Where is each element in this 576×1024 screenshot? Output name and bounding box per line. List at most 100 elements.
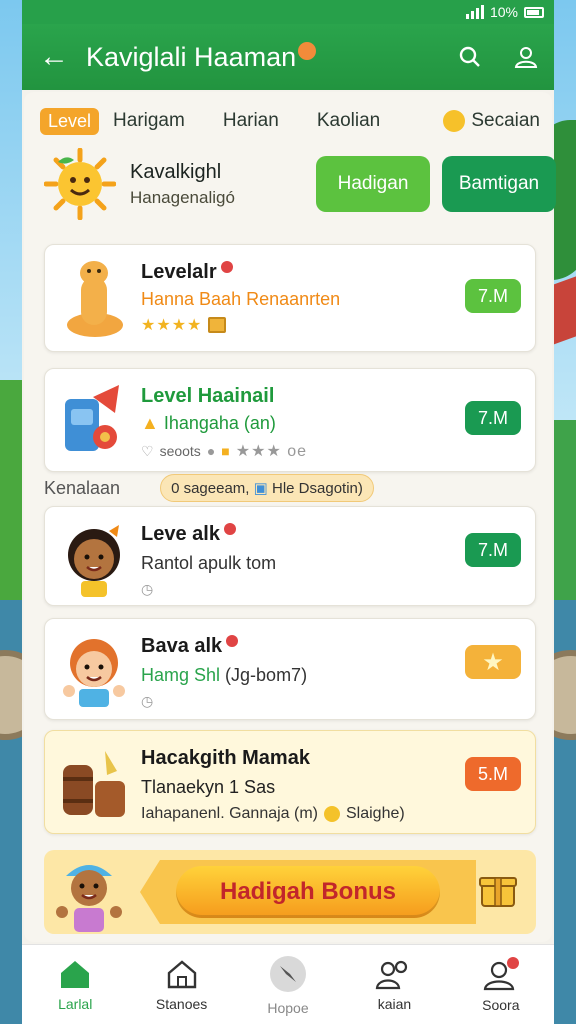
arrow-left-icon: ← — [39, 40, 69, 73]
card-meta: ★★★★ — [141, 315, 227, 335]
tab-harigam[interactable]: Harigam — [113, 110, 185, 132]
section-label: Kenalaan — [44, 477, 121, 498]
nav-item-kaian[interactable]: kaian — [341, 945, 447, 1024]
card-subtitle: Hamg Shl (Jg-bom7) — [141, 665, 307, 686]
chip-text: 0 sageeam, — [171, 480, 250, 497]
card-title: Levelalr — [141, 261, 233, 284]
star-icon: ★ — [482, 648, 504, 676]
tab-bar: Level Harigam Harian Kaolian Secaian — [40, 106, 540, 136]
bamtigan-button[interactable]: Bamtigan — [442, 156, 556, 212]
info-chip[interactable]: 0 sageeam, ▣ Hle Dsagotin) — [160, 474, 374, 502]
level-card-1[interactable]: Levelalr Hanna Baah Renaanrten ★★★★ 7.M — [44, 244, 536, 352]
card-meta-text: seoots — [159, 443, 201, 459]
kid-mascot-icon — [56, 865, 122, 932]
nav-label: Stanoes — [155, 995, 208, 1012]
reward-pill[interactable]: 7.M — [465, 533, 521, 567]
girl-avatar-icon — [68, 525, 120, 597]
coin-icon — [443, 110, 466, 132]
chip-text-2: Hle Dsagotin) — [272, 480, 363, 497]
nav-item-hopoe[interactable]: Hopoe — [235, 945, 341, 1024]
level-card-4[interactable]: Bava alk Hamg Shl (Jg-bom7) ◷ ★ — [44, 618, 536, 720]
card-meta: ◷ — [141, 693, 153, 710]
hero-subtitle: Hanagenaligó — [130, 187, 235, 207]
hadigan-button[interactable]: Hadigan — [316, 156, 430, 212]
page-title-text: Kaviglali Haaman — [86, 41, 297, 72]
banana-icon: ▲ — [141, 413, 159, 433]
star-reward-button[interactable]: ★ — [465, 645, 521, 679]
hero-section: Kavalkighl Hanagenaligó Hadigan Bamtigan — [44, 148, 556, 220]
nav-label: Larlal — [58, 995, 93, 1012]
top-app-bar: ← Kaviglali Haaman — [22, 24, 554, 90]
card-title: Leve alk — [141, 523, 236, 546]
card-subtitle: Hanna Baah Renaanrten — [141, 289, 340, 310]
battery-percentage: 10% — [489, 4, 518, 20]
card-meta: ♡ seoots ● ■ ★★★ oe — [141, 441, 307, 461]
status-bar: 10% — [22, 0, 554, 24]
hero-text: Kavalkighl Hanagenaligó — [130, 161, 290, 208]
heart-icon — [223, 523, 236, 535]
reward-pill[interactable]: 7.M — [465, 401, 521, 435]
home-icon — [61, 960, 90, 988]
boy-avatar-icon — [63, 639, 125, 707]
nav-label: kaian — [377, 995, 412, 1012]
profile-button[interactable] — [498, 29, 554, 85]
card-meta: Iahapanenl. Gannaja (m) Slaighe) — [141, 805, 405, 823]
page-title: Kaviglali Haaman — [86, 41, 442, 73]
users-icon — [376, 960, 408, 989]
level-card-2[interactable]: Level Haainail ▲ Ihangaha (an) ♡ seoots … — [44, 368, 536, 472]
card-subtitle-text: Ihangaha (an) — [163, 413, 276, 433]
card-meta: ◷ — [141, 581, 153, 598]
bonus-banner: Hadigah Bonus — [44, 850, 536, 934]
main-panel: Level Harigam Harian Kaolian Secaian Kav… — [24, 92, 556, 942]
treasure-barrel-icon — [63, 751, 125, 817]
card-meta-text: Iahapanenl. Gannaja (m) — [141, 805, 318, 822]
backpack-rocket-icon — [65, 385, 119, 451]
card-title-text: Leve alk — [141, 523, 220, 545]
tab-level[interactable]: Level — [40, 107, 100, 135]
nav-item-home[interactable]: Larlal — [22, 945, 128, 1024]
card-title: Level Haainail — [141, 385, 275, 407]
house-outline-icon — [167, 959, 196, 988]
gift-box-icon[interactable] — [478, 870, 518, 910]
clock-icon: ◷ — [141, 581, 154, 597]
splat-icon — [298, 41, 317, 60]
bonus-button[interactable]: Hadigah Bonus — [176, 866, 440, 918]
level-card-5[interactable]: Hacakgith Mamak Tlanaekyn 1 Sas Iahapane… — [44, 730, 536, 834]
back-button[interactable]: ← — [22, 40, 86, 74]
tab-kaolian[interactable]: Kaolian — [317, 110, 380, 132]
card-title: Hacakgith Mamak — [141, 747, 310, 769]
level-card-3[interactable]: Leve alk Rantol apulk tom ◷ 7.M — [44, 506, 536, 606]
reward-pill[interactable]: 7.M — [465, 279, 521, 313]
bottom-nav: Larlal Stanoes Hopoe kaian Soora — [22, 944, 554, 1024]
reward-pill[interactable]: 5.M — [465, 757, 521, 791]
emoji-face-icon — [324, 806, 340, 822]
card-subtitle-text: Hanna Baah Renaanrten — [141, 289, 341, 309]
app-screen: 10% ← Kaviglali Haaman Level Harigam Har… — [22, 0, 556, 1024]
search-button[interactable] — [442, 29, 498, 85]
dino-mascot-icon — [67, 261, 123, 337]
gift-icon: ▣ — [253, 480, 268, 497]
nav-item-soora[interactable]: Soora — [448, 945, 554, 1024]
nav-label: Soora — [482, 996, 520, 1013]
battery-icon — [524, 6, 544, 18]
hero-name: Kavalkighl — [130, 160, 222, 183]
user-icon — [514, 47, 538, 68]
card-title-text: Bava alk — [141, 635, 223, 657]
badge-icon: ■ — [221, 443, 230, 459]
star-rating: ★★★★ — [141, 317, 203, 334]
profile-icon — [483, 956, 519, 990]
drop-icon: ● — [206, 443, 216, 459]
card-meta-rating: ★★★ oe — [235, 443, 308, 460]
heart-icon — [226, 635, 239, 647]
card-title: Bava alk — [141, 635, 239, 658]
section-header: Kenalaan 0 sageeam, ▣ Hle Dsagotin) — [44, 472, 536, 504]
compass-icon — [270, 955, 307, 992]
nav-item-stanoes[interactable]: Stanoes — [128, 945, 234, 1024]
tab-harian[interactable]: Harian — [223, 110, 279, 132]
tab-secaian[interactable]: Secaian — [443, 110, 540, 132]
heart-icon — [220, 261, 233, 273]
gift-box-icon — [208, 317, 227, 333]
search-icon — [459, 46, 480, 67]
signal-icon — [465, 5, 484, 19]
heart-outline-icon: ♡ — [141, 442, 154, 459]
